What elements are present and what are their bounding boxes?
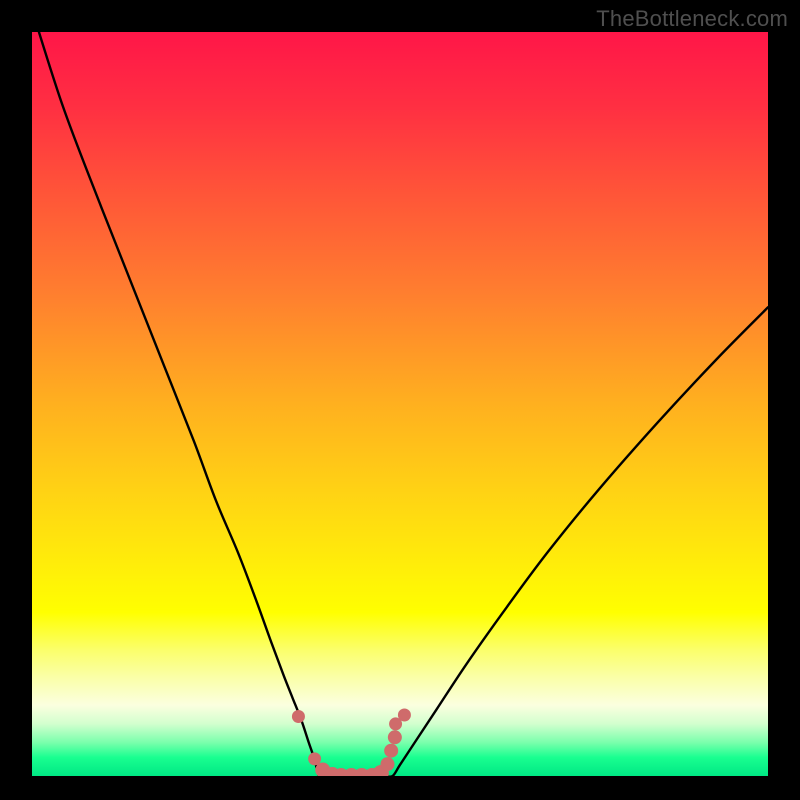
curve-marker bbox=[380, 757, 394, 771]
plot-area bbox=[32, 32, 768, 776]
curve-marker bbox=[388, 730, 402, 744]
curve-marker bbox=[308, 752, 321, 765]
curve-marker bbox=[292, 710, 305, 723]
curve-path bbox=[32, 32, 768, 776]
chart-frame: TheBottleneck.com bbox=[0, 0, 800, 800]
watermark-text: TheBottleneck.com bbox=[596, 6, 788, 32]
curve-marker bbox=[398, 708, 411, 721]
bottleneck-curve bbox=[32, 32, 768, 776]
curve-marker bbox=[384, 744, 398, 758]
